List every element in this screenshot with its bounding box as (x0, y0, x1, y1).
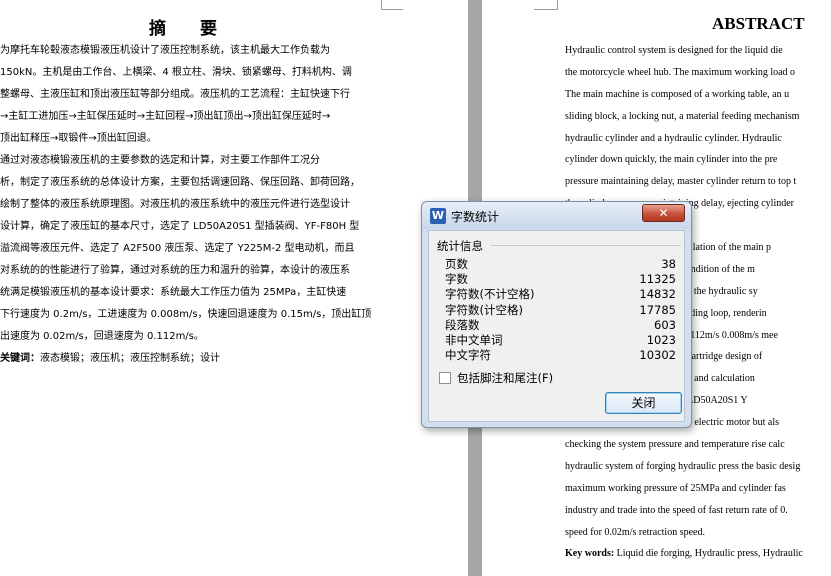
keywords-text: 液态模锻；液压机；液压控制系统；设计 (40, 353, 220, 364)
text-line: hydraulic cylinder and a hydraulic cylin… (565, 132, 782, 144)
text-line: 对系统的的性能进行了验算，通过对系统的压力和温升的验算，本设计的液压系 (0, 265, 350, 276)
group-divider (491, 245, 681, 246)
stat-value: 14832 (639, 287, 676, 302)
dialog-content: 统计信息 页数 38 字数 11325 字符数(不计空格) 14832 字符数(… (428, 230, 685, 422)
wps-writer-icon: W (430, 208, 446, 224)
chinese-abstract-body: 为摩托车轮毂液态模锻液压机设计了液压控制系统，该主机最大工作负载为 150kN。… (0, 40, 386, 370)
text-line: 析，制定了液压系统的总体设计方案，主要包括调速回路、保压回路、卸荷回路， (0, 177, 360, 188)
stat-value: 17785 (639, 302, 676, 317)
stat-label: 字符数(不计空格) (445, 287, 535, 302)
stat-value: 11325 (639, 272, 676, 287)
stat-row-paragraphs: 段落数 603 (445, 317, 676, 333)
stat-row-non-chinese-words: 非中文单词 1023 (445, 332, 676, 348)
stat-row-chars-no-spaces: 字符数(不计空格) 14832 (445, 287, 676, 302)
stat-label: 字符数(计空格) (445, 302, 523, 317)
statistics-group-label: 统计信息 (437, 239, 483, 253)
text-line: →主缸工进加压→主缸保压延时→主缸回程→顶出缸顶出→顶出缸保压延时→ (0, 111, 331, 122)
stat-value: 38 (661, 257, 676, 271)
keywords-text: Liquid die forging, Hydraulic press, Hyd… (616, 548, 803, 560)
stat-value: 10302 (639, 348, 676, 363)
text-line: The main machine is composed of a workin… (565, 88, 790, 100)
document-page-left: 摘 要 为摩托车轮毂液态模锻液压机设计了液压控制系统，该主机最大工作负载为 15… (0, 0, 468, 576)
text-line: 溢流阀等液压元件、选定了 A2F500 液压泵、选定了 Y225M-2 型电动机… (0, 243, 355, 254)
english-abstract-title: ABSTRACT (712, 14, 805, 33)
stat-row-pages: 页数 38 (445, 257, 676, 272)
keywords-line: Key words: Liquid die forging, Hydraulic… (565, 543, 831, 565)
stat-label: 中文字符 (445, 348, 491, 363)
close-button[interactable]: 关闭 (605, 392, 682, 414)
text-line: 150kN。主机是由工作台、上横梁、4 根立柱、滑块、锁紧螺母、打料机构、调 (0, 67, 352, 78)
text-line: sliding block, a locking nut, a material… (565, 110, 800, 122)
text-line: cylinder down quickly, the main cylinder… (565, 154, 778, 166)
dialog-titlebar[interactable]: W 字数统计 ✕ (422, 202, 691, 229)
text-line: hydraulic system of forging hydraulic pr… (565, 460, 801, 472)
text-line: 通过对液态模锻液压机的主要参数的选定和计算，对主要工作部件工况分 (0, 155, 320, 166)
close-icon[interactable]: ✕ (642, 204, 685, 222)
stat-label: 字数 (445, 272, 468, 287)
crop-mark (534, 0, 558, 10)
text-line: 顶出缸释压→取锻件→顶出缸回退。 (0, 133, 157, 144)
text-line: speed for 0.02m/s retraction speed. (565, 526, 705, 538)
stat-value: 603 (654, 317, 676, 332)
stat-label: 非中文单词 (445, 332, 503, 347)
keywords-label: 关键词： (0, 353, 40, 364)
text-line: maximum working pressure of 25MPa and cy… (565, 482, 786, 494)
stat-value: 1023 (646, 332, 676, 347)
text-line: industry and trade into the speed of fas… (565, 504, 788, 516)
stat-row-chinese-chars: 中文字符 10302 (445, 348, 676, 363)
text-line: 统满足模锻液压机的基本设计要求：系统最大工作压力值为 25MPa，主缸快速 (0, 287, 347, 298)
text-line: 为摩托车轮毂液态模锻液压机设计了液压控制系统，该主机最大工作负载为 (0, 45, 330, 56)
text-line: 下行速度为 0.2m/s，工进速度为 0.008m/s，快速回退速度为 0.15… (0, 309, 372, 320)
chinese-abstract-title: 摘 要 (149, 19, 231, 39)
keywords-label: Key words: (565, 548, 615, 560)
include-footnotes-checkbox[interactable] (439, 372, 451, 384)
text-line: 绘制了整体的液压系统原理图。对液压机的液压系统中的液压元件进行选型设计 (0, 199, 350, 210)
crop-mark (381, 0, 403, 10)
include-footnotes-label[interactable]: 包括脚注和尾注(F) (457, 371, 553, 385)
text-line: 整螺母、主液压缸和顶出液压缸等部分组成。液压机的工艺流程：主缸快速下行 (0, 89, 350, 100)
text-line: checking the system pressure and tempera… (565, 439, 785, 451)
stat-label: 段落数 (445, 317, 480, 332)
statistics-list: 页数 38 字数 11325 字符数(不计空格) 14832 字符数(计空格) … (445, 257, 676, 363)
stat-row-chars-with-spaces: 字符数(计空格) 17785 (445, 302, 676, 318)
text-line: 出速度为 0.02m/s，回退速度为 0.112m/s。 (0, 331, 204, 342)
text-line: 设计算，确定了液压缸的基本尺寸，选定了 LD50A20S1 型插装阀、YF-F8… (0, 221, 360, 232)
word-count-dialog: W 字数统计 ✕ 统计信息 页数 38 字数 11325 字符数(不计空格) 1… (421, 201, 692, 428)
stat-row-words: 字数 11325 (445, 272, 676, 287)
dialog-title: 字数统计 (451, 210, 500, 224)
text-line: Hydraulic control system is designed for… (565, 45, 783, 56)
text-line: pressure maintaining delay, master cylin… (565, 176, 797, 188)
stat-label: 页数 (445, 257, 468, 271)
keywords-line: 关键词：液态模锻；液压机；液压控制系统；设计 (0, 348, 386, 370)
text-line: the motorcycle wheel hub. The maximum wo… (565, 66, 796, 78)
